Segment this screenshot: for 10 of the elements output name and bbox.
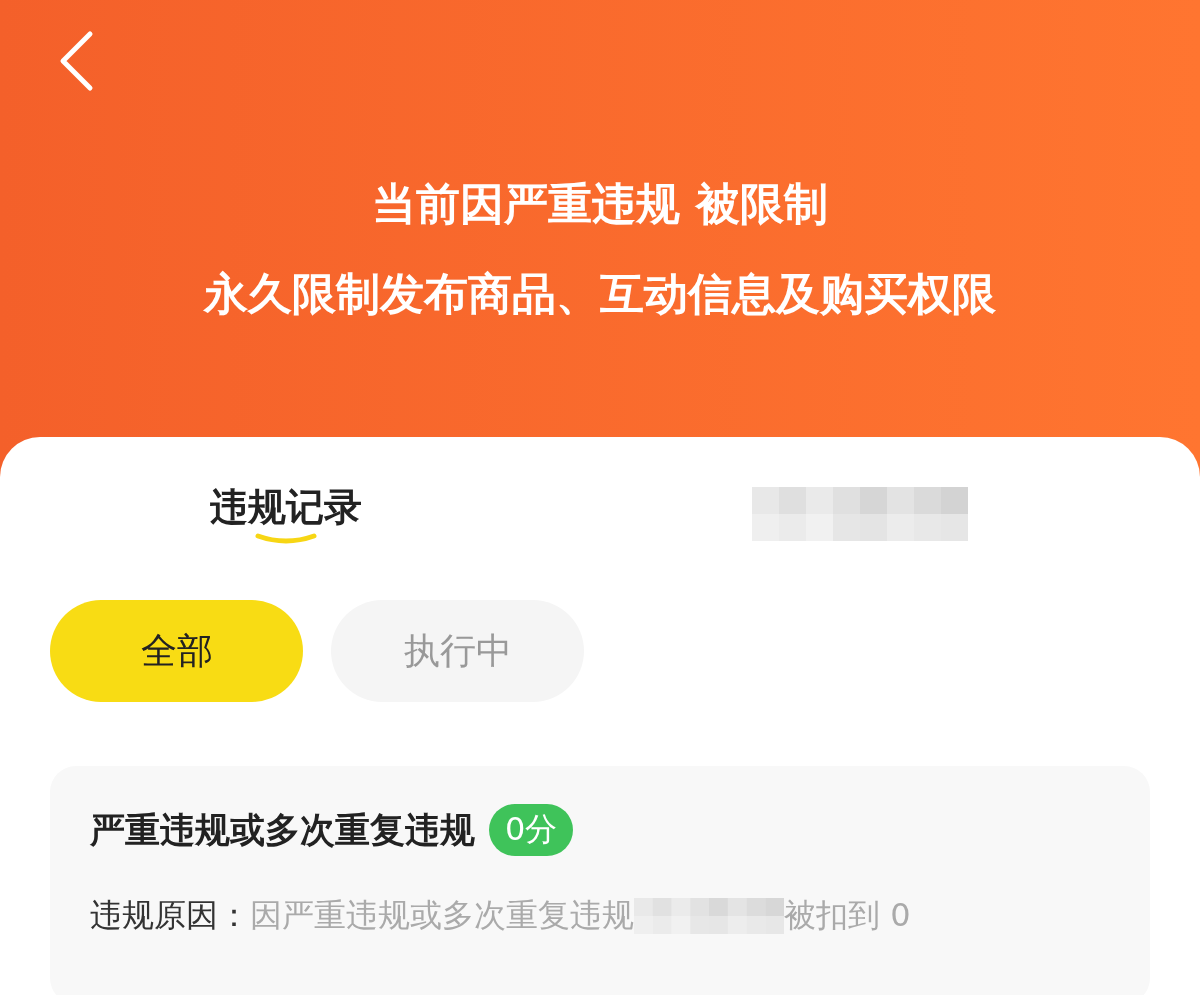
reason-label: 违规原因：: [90, 895, 250, 936]
reason-text: 因严重违规或多次重复违规: [250, 895, 634, 936]
tab[interactable]: 违规记录: [210, 468, 362, 546]
restriction-notice: 当前因严重违规 被限制: [372, 177, 828, 231]
score-badge: 0分: [489, 804, 574, 856]
restriction-notice: 永久限制发布商品、互动信息及购买权限: [204, 267, 996, 321]
reason-text: 被扣到 0: [784, 895, 911, 936]
tab-underline: [254, 532, 318, 546]
record-title: 严重违规或多次重复违规: [90, 808, 475, 852]
filter-chip[interactable]: 全部: [50, 600, 303, 702]
